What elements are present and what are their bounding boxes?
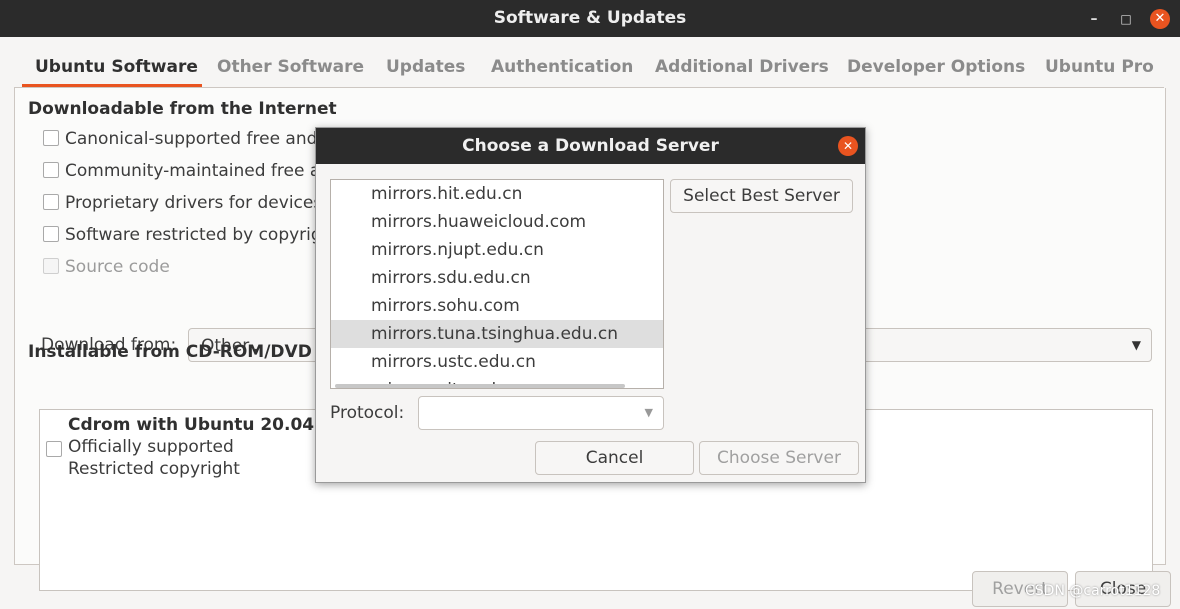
tab-updates[interactable]: Updates <box>386 57 465 77</box>
server-item-selected[interactable]: mirrors.tuna.tsinghua.edu.cn <box>331 320 663 348</box>
option-community[interactable]: Community-maintained free a <box>43 161 320 185</box>
option-label: Source code <box>65 257 170 277</box>
server-item[interactable]: mirrors.ustc.edu.cn <box>331 348 663 376</box>
checkbox[interactable] <box>43 226 59 242</box>
tab-other-software[interactable]: Other Software <box>217 57 364 77</box>
cdrom-checkbox[interactable] <box>46 441 62 457</box>
maximize-icon[interactable]: □ <box>1116 9 1136 29</box>
choose-server-button[interactable]: Choose Server <box>699 441 859 475</box>
active-tab-indicator <box>22 84 202 87</box>
option-proprietary[interactable]: Proprietary drivers for devices <box>43 193 322 217</box>
protocol-label: Protocol: <box>330 403 405 423</box>
cancel-button[interactable]: Cancel <box>535 441 694 475</box>
cdrom-section-heading: Installable from CD-ROM/DVD <box>28 342 312 362</box>
checkbox[interactable] <box>43 194 59 210</box>
dialog-title: Choose a Download Server <box>462 136 719 156</box>
protocol-combo[interactable]: ▼ <box>418 396 664 430</box>
minimize-icon[interactable]: – <box>1084 9 1104 29</box>
window-titlebar[interactable]: Software & Updates – □ ✕ <box>0 0 1180 37</box>
server-item[interactable]: mirrors.sdu.edu.cn <box>331 264 663 292</box>
option-restricted[interactable]: Software restricted by copyrig <box>43 225 322 249</box>
server-item[interactable]: mirrors.huaweicloud.com <box>331 208 663 236</box>
cdrom-title: Cdrom with Ubuntu 20.04 'Fo <box>68 415 348 435</box>
server-item[interactable]: mirrors.hit.edu.cn <box>331 180 663 208</box>
choose-server-dialog: Choose a Download Server ✕ mirrors.hit.e… <box>315 127 866 483</box>
checkbox <box>43 258 59 274</box>
option-source-code: Source code <box>43 257 170 281</box>
checkbox[interactable] <box>43 162 59 178</box>
watermark: CSDN @carrot1128 <box>1025 583 1161 599</box>
option-label: Software restricted by copyrig <box>65 225 322 245</box>
dialog-titlebar[interactable]: Choose a Download Server <box>316 128 865 164</box>
server-item[interactable]: mirrors.njupt.edu.cn <box>331 236 663 264</box>
internet-section-heading: Downloadable from the Internet <box>28 99 337 119</box>
server-name: mirrors.ustc.edu.cn <box>371 352 536 372</box>
tab-authentication[interactable]: Authentication <box>491 57 633 77</box>
dropdown-arrow-icon: ▼ <box>644 406 653 419</box>
tab-additional-drivers[interactable]: Additional Drivers <box>655 57 829 77</box>
server-name: mirrors.sdu.edu.cn <box>371 268 531 288</box>
horizontal-scrollbar[interactable] <box>335 384 625 388</box>
select-best-server-button[interactable]: Select Best Server <box>670 179 853 213</box>
cdrom-line-2: Restricted copyright <box>68 459 240 479</box>
server-list[interactable]: mirrors.hit.edu.cn mirrors.huaweicloud.c… <box>330 179 664 389</box>
server-name: mirrors.hit.edu.cn <box>371 184 523 204</box>
cdrom-line-1: Officially supported <box>68 437 234 457</box>
option-canonical[interactable]: Canonical-supported free and <box>43 129 317 153</box>
tab-ubuntu-pro[interactable]: Ubuntu Pro <box>1045 57 1154 77</box>
option-label: Canonical-supported free and <box>65 129 318 149</box>
server-name: mirrors.tuna.tsinghua.edu.cn <box>371 324 619 344</box>
close-icon[interactable]: ✕ <box>1150 9 1170 29</box>
dropdown-arrow-icon: ▼ <box>1131 338 1141 352</box>
dialog-close-icon[interactable]: ✕ <box>838 136 858 156</box>
tab-ubuntu-software[interactable]: Ubuntu Software <box>35 57 198 77</box>
server-name: mirrors.njupt.edu.cn <box>371 240 544 260</box>
server-item[interactable]: mirrors.sohu.com <box>331 292 663 320</box>
option-label: Community-maintained free a <box>65 161 321 181</box>
checkbox[interactable] <box>43 130 59 146</box>
window-title: Software & Updates <box>493 8 687 28</box>
tab-bar: Ubuntu Software Other Software Updates A… <box>14 47 1164 88</box>
tab-developer-options[interactable]: Developer Options <box>847 57 1025 77</box>
option-label: Proprietary drivers for devices <box>65 193 323 213</box>
server-name: mirrors.huaweicloud.com <box>371 212 587 232</box>
server-name: mirrors.sohu.com <box>371 296 520 316</box>
